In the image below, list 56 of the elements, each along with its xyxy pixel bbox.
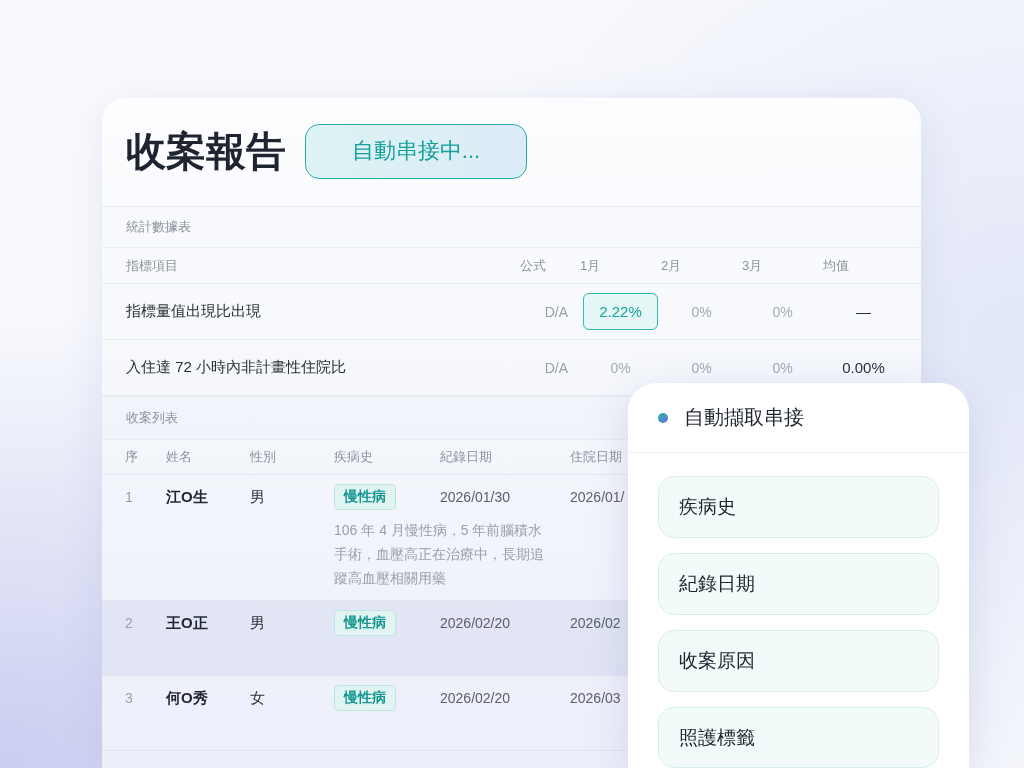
field-option[interactable]: 紀錄日期 xyxy=(658,553,939,615)
field-option[interactable]: 照護標籤 xyxy=(658,707,939,768)
table-cell-text: 2026/03 xyxy=(570,689,621,708)
condition-tag: 慢性病 xyxy=(334,484,396,510)
table-row[interactable]: 1 江O生 男 慢性病 2026/01/30 2026/01/ 106 年 4 月慢性病，5 年前腦積水手術，血壓高正在治療中，長期追蹤高血壓相關用藥 xyxy=(102,475,628,601)
field-option[interactable]: 收案原因 xyxy=(658,630,939,692)
table-cell: 0% xyxy=(772,359,793,376)
table-cell-text: 2026/02 xyxy=(570,614,621,633)
table-cell-text: 江O生 xyxy=(166,487,208,507)
table-row[interactable]: 3 何O秀 女 慢性病 2026/02/20 2026/03 xyxy=(102,676,628,751)
table-cell-text: 何O秀 xyxy=(166,688,208,708)
table-cell: 指標量值出現比出現 xyxy=(126,302,261,321)
column-header: 指標項目 xyxy=(126,256,178,275)
field-option[interactable]: 疾病史 xyxy=(658,476,939,538)
table-cell-text: 王O正 xyxy=(166,613,208,633)
section-header: 收案列表 xyxy=(102,396,628,440)
column-header: 序 xyxy=(125,448,138,466)
table-cell: 0.00% xyxy=(842,359,885,376)
status-dot-icon xyxy=(658,412,668,423)
table-cell-text: 2026/02/20 xyxy=(440,689,511,708)
column-header: 紀錄日期 xyxy=(440,448,492,466)
table-cell-text: 男 xyxy=(250,613,265,633)
table-cell: 0% xyxy=(610,359,631,376)
table-cell-text: 2026/01/ xyxy=(570,488,625,507)
condition-tag: 慢性病 xyxy=(334,610,396,636)
table-cell-text: 1 xyxy=(125,488,133,507)
report-title: 收案報告 xyxy=(126,129,286,173)
table-cell: 0% xyxy=(691,359,712,376)
table-cell-text: 女 xyxy=(250,688,265,708)
table-cell: 入住達 72 小時內非計畫性住院比 xyxy=(126,358,347,377)
status-badge: 自動串接中... xyxy=(305,123,527,179)
table-cell: — xyxy=(856,303,871,320)
column-header: 姓名 xyxy=(166,448,192,466)
history-note: 106 年 4 月慢性病，5 年前腦積水手術，血壓高正在治療中，長期追蹤高血壓相關用藥 xyxy=(334,521,545,588)
section-header: 統計數據表 xyxy=(102,206,921,248)
condition-tag: 慢性病 xyxy=(334,685,396,711)
table-cell: D/A xyxy=(544,303,568,320)
table-cell-text: 男 xyxy=(250,487,265,507)
table-row[interactable]: 2 王O正 男 慢性病 2026/02/20 2026/02 xyxy=(102,601,628,676)
column-header: 住院日期 xyxy=(570,448,622,466)
column-header: 均值 xyxy=(823,256,849,275)
column-header: 3月 xyxy=(742,256,763,275)
table-cell: D/A xyxy=(544,359,568,376)
table-cell-text: 2026/02/20 xyxy=(440,614,511,633)
column-header: 性別 xyxy=(250,448,276,466)
column-header: 2月 xyxy=(661,256,682,275)
table-cell-text: 2026/01/30 xyxy=(440,488,511,507)
column-header: 1月 xyxy=(580,256,601,275)
column-header: 公式 xyxy=(519,256,546,275)
highlighted-cell: 2.22% xyxy=(583,293,658,330)
table-cell-text: 3 xyxy=(125,689,133,708)
column-header: 疾病史 xyxy=(334,448,373,466)
table-cell: 0% xyxy=(772,303,793,320)
popup-title: 自動擷取串接 xyxy=(684,405,804,430)
table-cell: 0% xyxy=(691,303,712,320)
table-cell-text: 2 xyxy=(125,614,133,633)
